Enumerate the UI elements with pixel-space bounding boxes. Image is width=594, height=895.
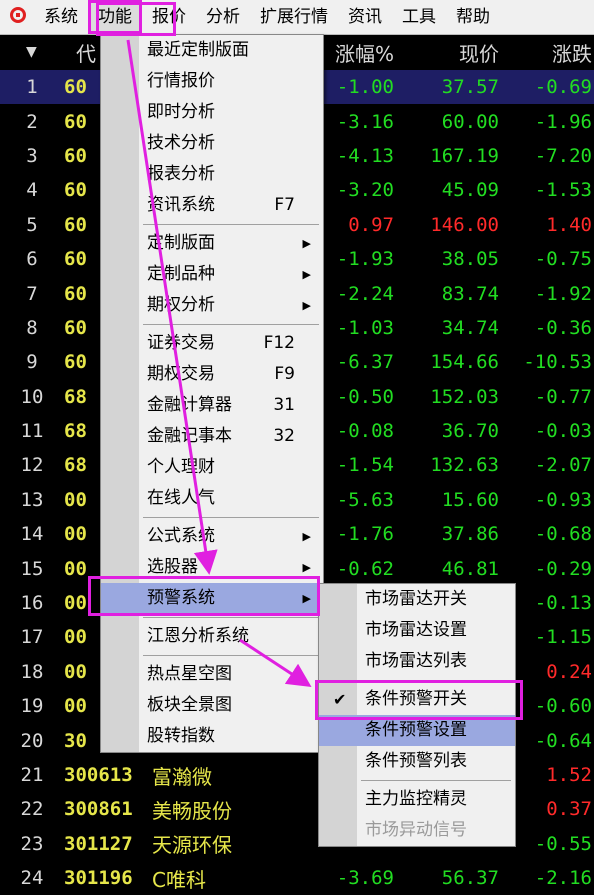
annotation-arrows — [126, 39, 312, 687]
